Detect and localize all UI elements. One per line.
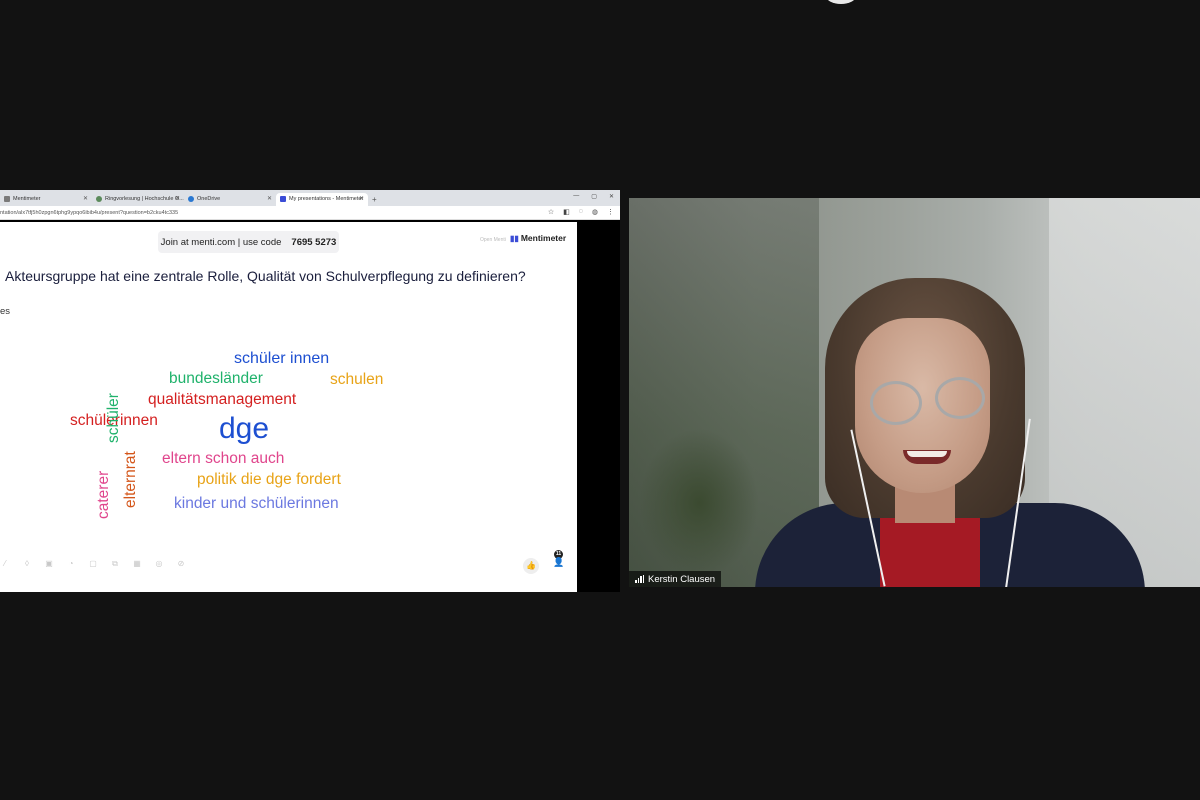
glasses-right-lens [935, 377, 985, 419]
grid-icon[interactable]: ▦ [132, 559, 142, 569]
word-cloud-item: qualitätsmanagement [148, 391, 297, 408]
tab-label: My presentations - Mentimeter [289, 196, 364, 202]
audience-icon[interactable]: 👤 [551, 557, 567, 575]
word-cloud-item: schüler innen [234, 350, 330, 367]
participant-name: Kerstin Clausen [648, 573, 716, 585]
participant-figure [755, 278, 1145, 587]
browser-tab[interactable]: Ringvorlesung | Hochschule O... ✕ [92, 193, 184, 206]
participant-name-tag: Kerstin Clausen [629, 571, 722, 587]
tab-label: Ringvorlesung | Hochschule O... [105, 196, 184, 202]
teeth [907, 451, 947, 457]
mentimeter-tab-icon [280, 196, 286, 202]
top-indicator [826, 0, 856, 4]
mentimeter-slide: Join at menti.com | use code 7695 5273 O… [0, 222, 577, 592]
slide-side-gap [577, 222, 620, 592]
signal-strength-icon [635, 575, 644, 583]
mentimeter-logo: ▮▮ Mentimeter [510, 233, 566, 243]
hide-icon[interactable]: ◎ [154, 559, 164, 569]
responses-label: es [0, 306, 11, 317]
mentimeter-tab-icon [4, 196, 10, 202]
word-cloud-item: kinder und schülerinnen [174, 495, 339, 512]
settings-icon[interactable]: ⊘ [176, 559, 186, 569]
maximize-icon[interactable]: ▢ [591, 193, 597, 200]
chat-icon[interactable]: ▢ [88, 559, 98, 569]
join-code: 7695 5273 [291, 236, 337, 248]
shield-icon[interactable]: ◊ [22, 559, 32, 569]
presenter-toolbar: ⁄ ◊ ▣ ◔ ▢ ⧉ ▦ ◎ ⊘ [0, 559, 186, 569]
tab-label: OneDrive [197, 196, 221, 202]
browser-tab-active[interactable]: My presentations - Mentimeter ✕ [276, 193, 368, 206]
profile-icon[interactable]: ◍ [592, 208, 598, 216]
logo-text: Mentimeter [520, 233, 567, 243]
join-instructions: Join at menti.com | use code 7695 5273 [158, 231, 339, 253]
window-controls: — ▢ ✕ [573, 193, 614, 200]
close-tab-icon[interactable]: ✕ [175, 195, 180, 202]
open-menti-link[interactable]: Open Menti [480, 237, 506, 243]
close-window-icon[interactable]: ✕ [609, 193, 614, 200]
meeting-stage: Mentimeter ✕ Ringvorlesung | Hochschule … [0, 0, 1200, 800]
reading-mode-icon[interactable]: ◧ [563, 208, 570, 216]
word-cloud-item: eltern schon auch [162, 450, 285, 467]
timer-icon[interactable]: ◔ [66, 559, 76, 569]
browser-tab[interactable]: Mentimeter ✕ [0, 193, 92, 206]
qr-icon[interactable]: ▣ [44, 559, 54, 569]
word-cloud-item: dge [219, 412, 270, 445]
word-cloud-item: schulen [330, 371, 384, 388]
onedrive-tab-icon [188, 196, 194, 202]
shared-screen: Mentimeter ✕ Ringvorlesung | Hochschule … [0, 190, 620, 592]
extensions-icon[interactable]: ◌ [579, 208, 583, 216]
word-cloud-item: elternrat [122, 451, 139, 508]
word-cloud-item: schüler [105, 393, 122, 443]
question-title: Akteursgruppe hat eine zentrale Rolle, Q… [5, 268, 526, 284]
participant-video[interactable] [629, 198, 1200, 587]
word-cloud-item: caterer [95, 470, 112, 519]
minimize-icon[interactable]: — [573, 193, 579, 200]
close-tab-icon[interactable]: ✕ [267, 195, 272, 202]
address-bar-icons: ☆ ◧ ◌ ◍ ⋮ [548, 208, 614, 216]
browser-tab-bar: Mentimeter ✕ Ringvorlesung | Hochschule … [0, 190, 620, 206]
mentimeter-logo-icon: ▮▮ [510, 233, 519, 243]
join-text: Join at menti.com | use code [160, 236, 282, 248]
word-cloud-item: bundesländer [169, 370, 263, 387]
tab-label: Mentimeter [13, 196, 41, 202]
new-tab-button[interactable]: + [368, 195, 381, 206]
browser-tab[interactable]: OneDrive ✕ [184, 193, 276, 206]
close-tab-icon[interactable]: ✕ [83, 195, 88, 202]
site-tab-icon [96, 196, 102, 202]
word-cloud-item: politik die dge fordert [197, 471, 341, 488]
url-text: ntation/alx7tfj5h0zpgn6tphg9ypqo6ibib4u/… [0, 210, 179, 216]
thumbs-up-icon[interactable]: 👍 [523, 558, 539, 574]
copy-icon[interactable]: ⧉ [110, 559, 120, 569]
background-plant [639, 428, 759, 578]
address-bar[interactable]: ntation/alx7tfj5h0zpgn6tphg9ypqo6ibib4u/… [0, 206, 620, 220]
pen-icon[interactable]: ⁄ [0, 559, 10, 569]
bookmark-star-icon[interactable]: ☆ [548, 208, 554, 216]
glasses-left-lens [870, 381, 922, 425]
close-tab-icon[interactable]: ✕ [359, 195, 364, 202]
menu-dots-icon[interactable]: ⋮ [607, 208, 614, 216]
